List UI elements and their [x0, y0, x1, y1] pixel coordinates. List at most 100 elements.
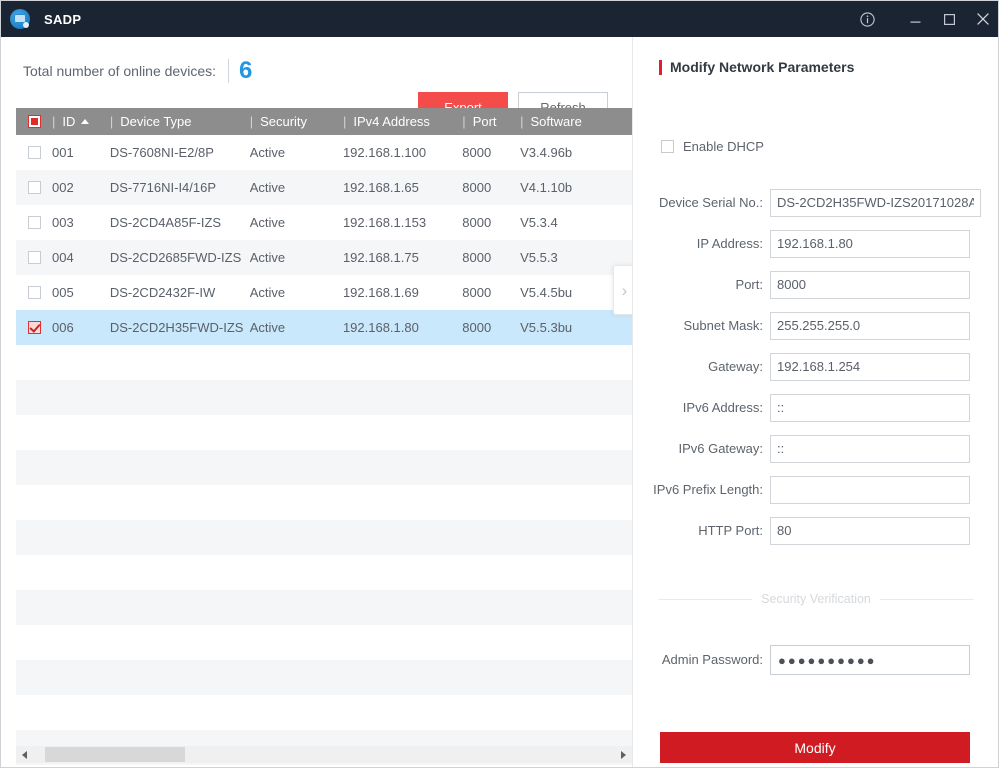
table-row[interactable]: 002DS-7716NI-I4/16PActive192.168.1.65800… — [16, 170, 632, 205]
caret-left-icon[interactable] — [16, 746, 33, 763]
port-input[interactable] — [770, 271, 970, 299]
title-bar: SADP — [1, 1, 999, 37]
column-header-security[interactable]: | Security — [250, 108, 343, 135]
cell-id: 006 — [52, 310, 110, 345]
cell-software: V4.1.10b — [520, 170, 632, 205]
subnet-mask-input[interactable] — [770, 312, 970, 340]
cell-id: 001 — [52, 135, 110, 170]
table-row[interactable]: 001DS-7608NI-E2/8PActive192.168.1.100800… — [16, 135, 632, 170]
table-row[interactable]: 003DS-2CD4A85F-IZSActive192.168.1.153800… — [16, 205, 632, 240]
sort-ascending-icon — [81, 119, 89, 124]
select-all-checkbox[interactable] — [16, 115, 52, 128]
cell-device-type: DS-2CD2432F-IW — [110, 275, 250, 310]
form-row: IP Address: — [633, 223, 999, 264]
cell-security: Active — [250, 240, 343, 275]
chevron-right-icon[interactable]: › — [613, 265, 632, 315]
caret-right-icon[interactable] — [615, 746, 632, 763]
column-header-ipv4[interactable]: | IPv4 Address — [343, 108, 462, 135]
panel-title: Modify Network Parameters — [670, 59, 854, 75]
form-row: Device Serial No.: — [633, 182, 999, 223]
cell-device-type: DS-2CD2H35FWD-IZS — [110, 310, 250, 345]
row-checkbox[interactable] — [16, 251, 52, 264]
column-separator: | — [462, 114, 472, 129]
cell-id: 003 — [52, 205, 110, 240]
scrollbar-track[interactable] — [33, 746, 615, 763]
total-devices-count: 6 — [239, 59, 252, 83]
column-separator: | — [520, 114, 530, 129]
window-controls — [850, 1, 999, 37]
row-checkbox[interactable] — [16, 181, 52, 194]
cell-port: 8000 — [462, 135, 520, 170]
table-row[interactable]: 006DS-2CD2H35FWD-IZSActive192.168.1.8080… — [16, 310, 632, 345]
table-row[interactable]: 004DS-2CD2685FWD-IZSActive192.168.1.7580… — [16, 240, 632, 275]
cell-ipv4: 192.168.1.65 — [343, 170, 462, 205]
table-row-empty — [16, 345, 632, 380]
column-header-software[interactable]: | Software — [520, 108, 632, 135]
admin-password-label: Admin Password: — [633, 652, 763, 667]
column-separator: | — [250, 114, 260, 129]
device-serial-input[interactable] — [770, 189, 981, 217]
form-row: Port: — [633, 264, 999, 305]
gateway-input[interactable] — [770, 353, 970, 381]
ipv6-prefix-length-label: IPv6 Prefix Length: — [633, 482, 763, 497]
ipv6-gateway-input[interactable] — [770, 435, 970, 463]
form-row: IPv6 Prefix Length: — [633, 469, 999, 510]
http-port-input[interactable] — [770, 517, 970, 545]
column-header-id[interactable]: | ID — [52, 108, 110, 135]
total-devices: Total number of online devices: 6 — [23, 59, 252, 83]
modify-button[interactable]: Modify — [660, 732, 970, 763]
network-parameters-form: Device Serial No.: IP Address: Port: Subnet… — [633, 182, 999, 551]
gateway-label: Gateway: — [633, 359, 763, 374]
port-label: Port: — [633, 277, 763, 292]
cell-port: 8000 — [462, 240, 520, 275]
cell-security: Active — [250, 205, 343, 240]
ipv6-gateway-label: IPv6 Gateway: — [633, 441, 763, 456]
row-checkbox[interactable] — [16, 286, 52, 299]
cell-ipv4: 192.168.1.80 — [343, 310, 462, 345]
ipv6-prefix-length-input[interactable] — [770, 476, 970, 504]
select-all-checkbox-box — [28, 115, 41, 128]
form-row: IPv6 Gateway: — [633, 428, 999, 469]
info-icon[interactable] — [850, 1, 884, 37]
cell-security: Active — [250, 135, 343, 170]
form-row: Subnet Mask: — [633, 305, 999, 346]
ip-address-input[interactable] — [770, 230, 970, 258]
cell-ipv4: 192.168.1.69 — [343, 275, 462, 310]
close-icon[interactable] — [966, 1, 999, 37]
panel-accent-bar — [659, 60, 662, 75]
maximize-icon[interactable] — [932, 1, 966, 37]
row-checkbox-box — [28, 286, 41, 299]
cell-device-type: DS-7716NI-I4/16P — [110, 170, 250, 205]
column-header-device-type-label: Device Type — [120, 114, 191, 129]
column-header-ipv4-label: IPv4 Address — [353, 114, 430, 129]
device-toolbar: Total number of online devices: 6 Export… — [1, 37, 632, 108]
app-title: SADP — [44, 12, 81, 27]
admin-password-input[interactable] — [770, 645, 970, 675]
ipv6-address-label: IPv6 Address: — [633, 400, 763, 415]
cell-device-type: DS-7608NI-E2/8P — [110, 135, 250, 170]
column-header-port-label: Port — [473, 114, 497, 129]
column-header-id-label: ID — [62, 114, 75, 129]
ipv6-address-input[interactable] — [770, 394, 970, 422]
row-checkbox[interactable] — [16, 146, 52, 159]
column-header-port[interactable]: | Port — [462, 108, 520, 135]
row-checkbox-box — [28, 181, 41, 194]
enable-dhcp-checkbox[interactable]: Enable DHCP — [661, 139, 764, 154]
device-serial-label: Device Serial No.: — [633, 195, 763, 210]
column-header-device-type[interactable]: | Device Type — [110, 108, 250, 135]
modify-network-parameters-panel: Modify Network Parameters Enable DHCP De… — [632, 37, 998, 768]
minimize-icon[interactable] — [898, 1, 932, 37]
row-checkbox[interactable] — [16, 216, 52, 229]
table-row-empty — [16, 625, 632, 660]
table-header-row: | ID | Device Type | Security | IPv4 Add… — [16, 108, 632, 135]
scrollbar-thumb[interactable] — [45, 747, 185, 762]
horizontal-scrollbar[interactable] — [16, 746, 632, 763]
table-row[interactable]: 005DS-2CD2432F-IWActive192.168.1.698000V… — [16, 275, 632, 310]
form-row: HTTP Port: — [633, 510, 999, 551]
table-row-empty — [16, 695, 632, 730]
device-list-pane: Total number of online devices: 6 Export… — [1, 37, 632, 768]
row-checkbox[interactable] — [16, 321, 52, 334]
cell-software: V5.3.4 — [520, 205, 632, 240]
column-separator: | — [52, 114, 62, 129]
cell-device-type: DS-2CD4A85F-IZS — [110, 205, 250, 240]
